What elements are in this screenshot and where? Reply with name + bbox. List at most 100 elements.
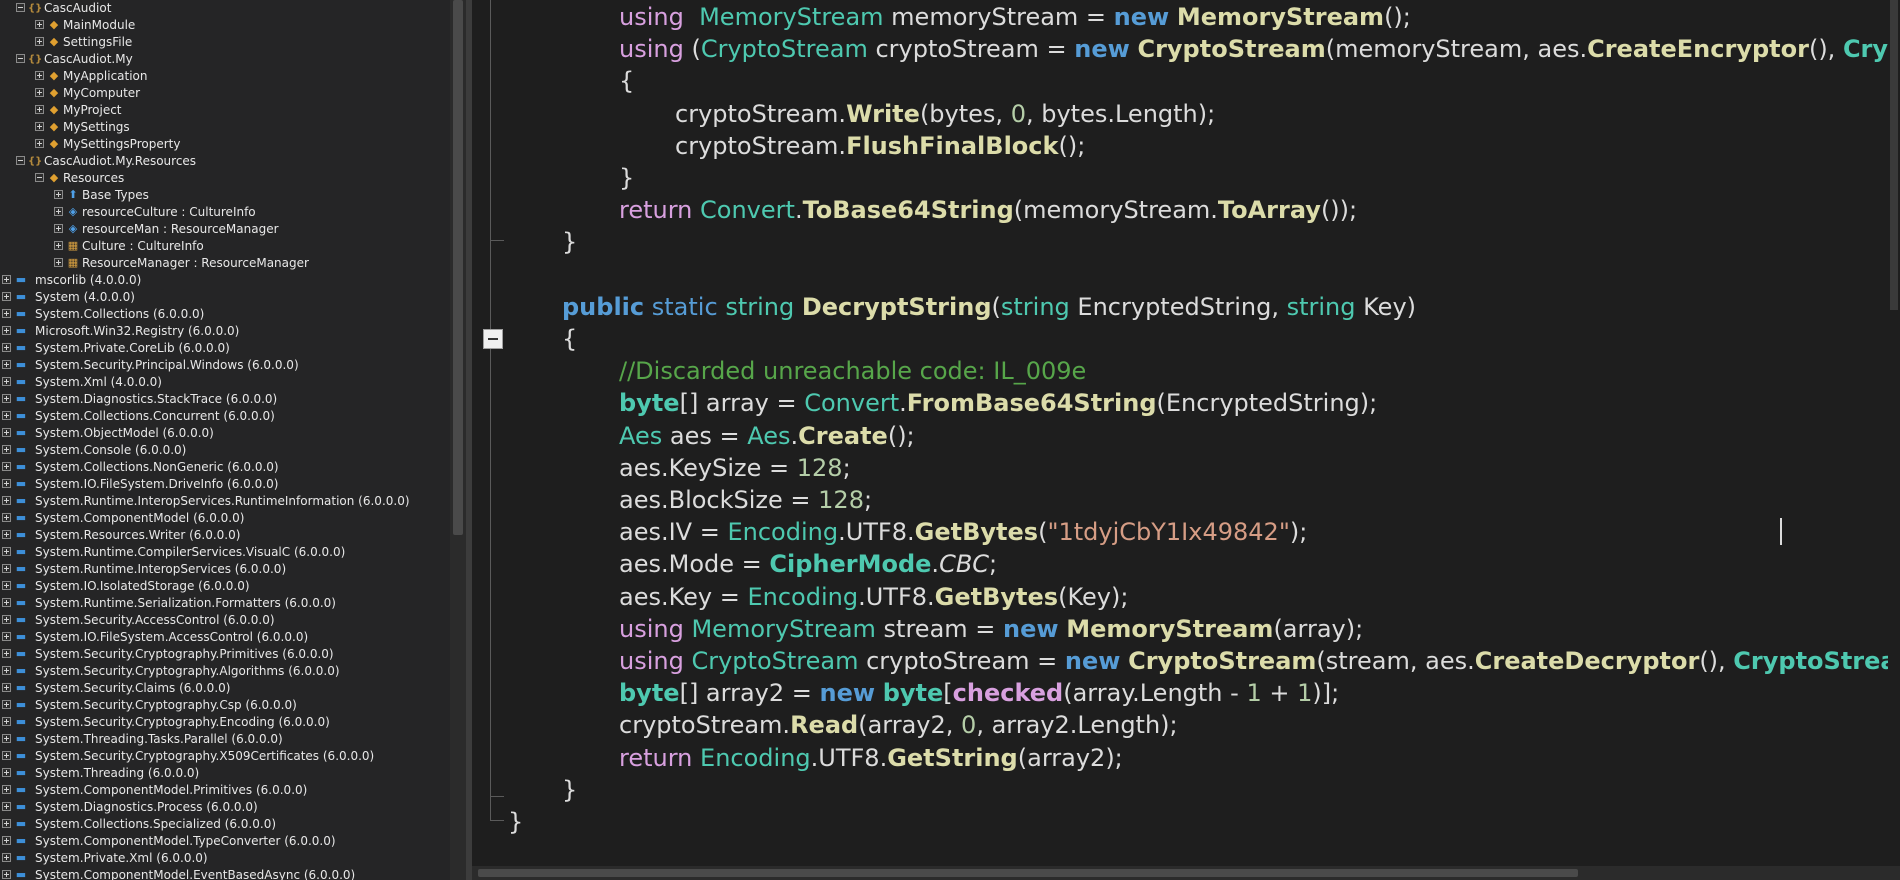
tree-item[interactable]: System.ObjectModel (6.0.0.0) [0, 425, 450, 442]
tree-item[interactable]: Base Types [0, 187, 450, 204]
expand-icon[interactable] [2, 394, 11, 403]
tree-item[interactable]: System.Runtime.InteropServices.RuntimeIn… [0, 493, 450, 510]
tree-item[interactable]: System.Security.Cryptography.Primitives … [0, 646, 450, 663]
tree-item[interactable]: ResourceManager : ResourceManager [0, 255, 450, 272]
tree-item[interactable]: resourceCulture : CultureInfo [0, 204, 450, 221]
expand-icon[interactable] [2, 564, 11, 573]
tree-scroll-thumb[interactable] [453, 0, 463, 535]
expand-icon[interactable] [2, 513, 11, 522]
expand-icon[interactable] [54, 241, 63, 250]
expand-icon[interactable] [2, 819, 11, 828]
tree-item[interactable]: resourceMan : ResourceManager [0, 221, 450, 238]
tree-item[interactable]: System.Xml (4.0.0.0) [0, 374, 450, 391]
tree-item[interactable]: System.Collections.Concurrent (6.0.0.0) [0, 408, 450, 425]
expand-icon[interactable] [2, 479, 11, 488]
tree-item[interactable]: System.Runtime.Serialization.Formatters … [0, 595, 450, 612]
expand-icon[interactable] [2, 343, 11, 352]
expand-icon[interactable] [2, 853, 11, 862]
tree-item[interactable]: SettingsFile [0, 34, 450, 51]
expand-icon[interactable] [35, 105, 44, 114]
collapse-icon[interactable] [16, 54, 25, 63]
expand-icon[interactable] [35, 88, 44, 97]
expand-icon[interactable] [54, 258, 63, 267]
expand-icon[interactable] [2, 428, 11, 437]
tree-item[interactable]: System.Threading (6.0.0.0) [0, 765, 450, 782]
tree-item[interactable]: MyComputer [0, 85, 450, 102]
expand-icon[interactable] [2, 870, 11, 879]
expand-icon[interactable] [2, 411, 11, 420]
expand-icon[interactable] [2, 445, 11, 454]
assembly-tree-panel[interactable]: CascAudiot MainModule SettingsFile CascAudi… [0, 0, 450, 880]
collapse-icon[interactable] [16, 156, 25, 165]
tree-item[interactable]: MyProject [0, 102, 450, 119]
tree-item[interactable]: System.IO.IsolatedStorage (6.0.0.0) [0, 578, 450, 595]
tree-item[interactable]: System.Diagnostics.Process (6.0.0.0) [0, 799, 450, 816]
tree-item[interactable]: CascAudiot.My [0, 51, 450, 68]
tree-item[interactable]: System.IO.FileSystem.AccessControl (6.0.… [0, 629, 450, 646]
tree-item[interactable]: System.ComponentModel.TypeConverter (6.0… [0, 833, 450, 850]
expand-icon[interactable] [2, 462, 11, 471]
expand-icon[interactable] [2, 734, 11, 743]
code-hscroll-thumb[interactable] [478, 869, 1578, 877]
tree-item[interactable]: System.IO.FileSystem.DriveInfo (6.0.0.0) [0, 476, 450, 493]
tree-item[interactable]: CascAudiot.My.Resources [0, 153, 450, 170]
tree-item[interactable]: System.Diagnostics.StackTrace (6.0.0.0) [0, 391, 450, 408]
collapse-icon[interactable] [16, 3, 25, 12]
expand-icon[interactable] [2, 768, 11, 777]
tree-item[interactable]: MySettings [0, 119, 450, 136]
collapse-toggle-icon[interactable] [483, 329, 503, 349]
tree-item[interactable]: System.Security.Cryptography.Encoding (6… [0, 714, 450, 731]
tree-item[interactable]: MainModule [0, 17, 450, 34]
expand-icon[interactable] [2, 615, 11, 624]
code-editor[interactable]: using MemoryStream memoryStream = new Me… [472, 0, 1900, 880]
expand-icon[interactable] [2, 717, 11, 726]
tree-item[interactable]: CascAudiot [0, 0, 450, 17]
expand-icon[interactable] [2, 292, 11, 301]
expand-icon[interactable] [2, 598, 11, 607]
tree-item[interactable]: System.Security.AccessControl (6.0.0.0) [0, 612, 450, 629]
expand-icon[interactable] [2, 785, 11, 794]
expand-icon[interactable] [54, 190, 63, 199]
tree-item[interactable]: System.Security.Cryptography.Algorithms … [0, 663, 450, 680]
expand-icon[interactable] [2, 360, 11, 369]
tree-item[interactable]: System.Collections.NonGeneric (6.0.0.0) [0, 459, 450, 476]
expand-icon[interactable] [2, 802, 11, 811]
expand-icon[interactable] [2, 700, 11, 709]
tree-item[interactable]: System.Console (6.0.0.0) [0, 442, 450, 459]
expand-icon[interactable] [2, 836, 11, 845]
tree-item[interactable]: System.Collections.Specialized (6.0.0.0) [0, 816, 450, 833]
tree-item[interactable]: System.Security.Cryptography.X509Certifi… [0, 748, 450, 765]
expand-icon[interactable] [35, 122, 44, 131]
tree-item[interactable]: System (4.0.0.0) [0, 289, 450, 306]
tree-item[interactable]: System.Private.Xml (6.0.0.0) [0, 850, 450, 867]
expand-icon[interactable] [2, 649, 11, 658]
expand-icon[interactable] [2, 751, 11, 760]
tree-item[interactable]: System.Collections (6.0.0.0) [0, 306, 450, 323]
expand-icon[interactable] [35, 37, 44, 46]
tree-item[interactable]: System.Runtime.InteropServices (6.0.0.0) [0, 561, 450, 578]
tree-item[interactable]: System.Resources.Writer (6.0.0.0) [0, 527, 450, 544]
expand-icon[interactable] [2, 547, 11, 556]
tree-item[interactable]: System.Private.CoreLib (6.0.0.0) [0, 340, 450, 357]
expand-icon[interactable] [2, 377, 11, 386]
expand-icon[interactable] [54, 224, 63, 233]
expand-icon[interactable] [2, 683, 11, 692]
expand-icon[interactable] [2, 581, 11, 590]
expand-icon[interactable] [35, 20, 44, 29]
assembly-tree[interactable]: CascAudiot MainModule SettingsFile CascAudi… [0, 0, 450, 880]
expand-icon[interactable] [2, 326, 11, 335]
tree-item[interactable]: MySettingsProperty [0, 136, 450, 153]
tree-item[interactable]: System.Security.Principal.Windows (6.0.0… [0, 357, 450, 374]
tree-item[interactable]: System.Threading.Tasks.Parallel (6.0.0.0… [0, 731, 450, 748]
expand-icon[interactable] [2, 275, 11, 284]
expand-icon[interactable] [2, 666, 11, 675]
expand-icon[interactable] [35, 139, 44, 148]
tree-item[interactable]: System.Security.Cryptography.Csp (6.0.0.… [0, 697, 450, 714]
code-scroll-thumb[interactable] [1890, 0, 1898, 310]
code-vertical-scrollbar[interactable] [1888, 0, 1900, 866]
code-horizontal-scrollbar[interactable] [472, 866, 1900, 880]
tree-item[interactable]: Resources [0, 170, 450, 187]
expand-icon[interactable] [54, 207, 63, 216]
tree-item[interactable]: System.ComponentModel.EventBasedAsync (6… [0, 867, 450, 880]
tree-item[interactable]: mscorlib (4.0.0.0) [0, 272, 450, 289]
